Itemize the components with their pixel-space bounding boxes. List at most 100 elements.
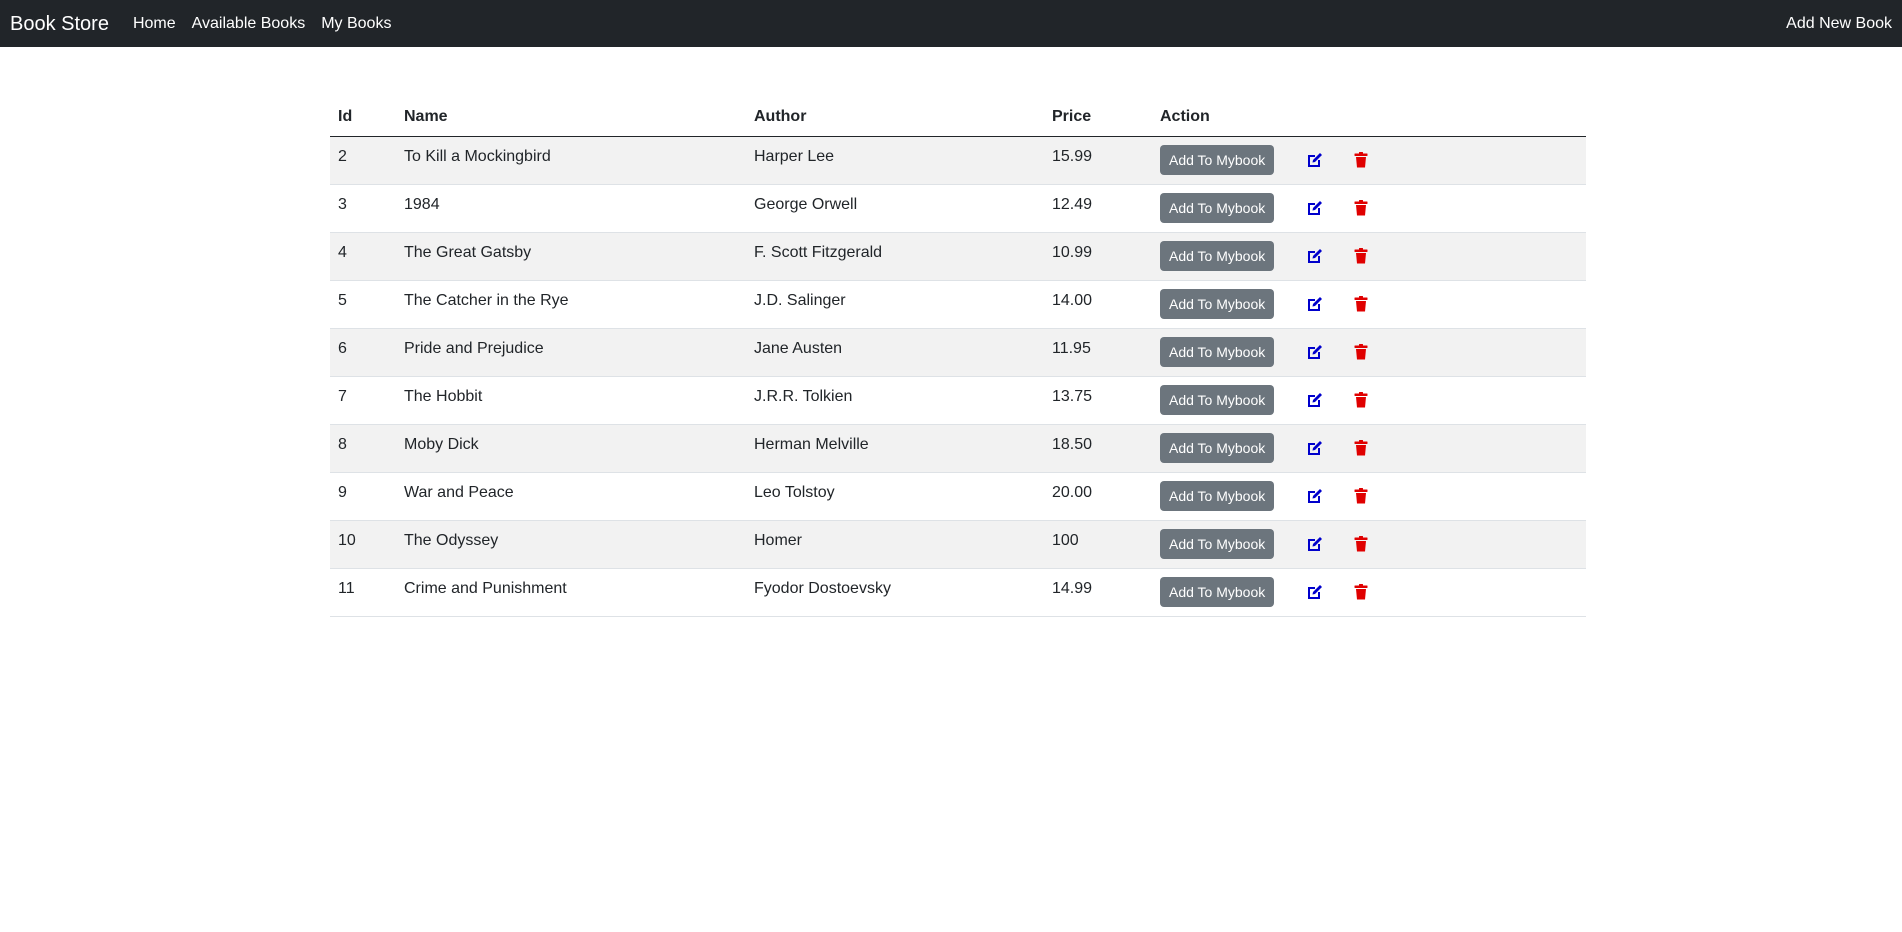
book-author: Harper Lee (754, 148, 835, 165)
table-row: 3 1984 George Orwell 12.49 Add To Mybook (330, 184, 1586, 233)
edit-icon[interactable] (1305, 246, 1325, 266)
trash-icon[interactable] (1351, 390, 1371, 410)
book-price: 15.99 (1052, 148, 1093, 165)
trash-icon[interactable] (1351, 246, 1371, 266)
table-row: 5 The Catcher in the Rye J.D. Salinger 1… (330, 280, 1586, 329)
header-price: Price (1044, 99, 1152, 137)
cell-price: 14.00 (1044, 280, 1152, 329)
cell-action: Add To Mybook (1152, 280, 1586, 329)
book-id: 7 (338, 388, 347, 405)
table-body: 2 To Kill a Mockingbird Harper Lee 15.99… (330, 136, 1586, 617)
table-row: 8 Moby Dick Herman Melville 18.50 Add To… (330, 424, 1586, 473)
book-author: Homer (754, 532, 803, 549)
books-table-container: Id Name Author Price Action 2 To Kill a … (330, 99, 1586, 617)
cell-action: Add To Mybook (1152, 328, 1586, 377)
add-to-mybook-button[interactable]: Add To Mybook (1160, 529, 1275, 559)
cell-author: Fyodor Dostoevsky (746, 568, 1044, 617)
book-id: 4 (338, 244, 347, 261)
cell-id: 4 (330, 232, 396, 281)
book-name: War and Peace (404, 484, 514, 501)
table-row: 11 Crime and Punishment Fyodor Dostoevsk… (330, 568, 1586, 617)
trash-icon[interactable] (1351, 438, 1371, 458)
cell-action: Add To Mybook (1152, 472, 1586, 521)
edit-icon[interactable] (1305, 486, 1325, 506)
brand-link[interactable]: Book Store (10, 14, 109, 34)
cell-id: 7 (330, 376, 396, 425)
trash-icon[interactable] (1351, 342, 1371, 362)
trash-icon[interactable] (1351, 534, 1371, 554)
edit-icon[interactable] (1305, 582, 1325, 602)
table-row: 9 War and Peace Leo Tolstoy 20.00 Add To… (330, 472, 1586, 521)
table-row: 10 The Odyssey Homer 100 Add To Mybook (330, 520, 1586, 569)
edit-icon[interactable] (1305, 534, 1325, 554)
table-header: Id Name Author Price Action (330, 99, 1586, 137)
trash-icon[interactable] (1351, 294, 1371, 314)
cell-price: 11.95 (1044, 328, 1152, 377)
cell-action: Add To Mybook (1152, 568, 1586, 617)
book-price: 18.50 (1052, 436, 1093, 453)
edit-icon[interactable] (1305, 150, 1325, 170)
cell-price: 20.00 (1044, 472, 1152, 521)
cell-author: Jane Austen (746, 328, 1044, 377)
header-name: Name (396, 99, 746, 137)
cell-id: 6 (330, 328, 396, 377)
book-price: 13.75 (1052, 388, 1093, 405)
add-to-mybook-button[interactable]: Add To Mybook (1160, 385, 1275, 415)
cell-name: War and Peace (396, 472, 746, 521)
add-to-mybook-button[interactable]: Add To Mybook (1160, 433, 1275, 463)
edit-icon[interactable] (1305, 198, 1325, 218)
add-new-book-link[interactable]: Add New Book (1786, 15, 1892, 32)
nav-link-my-books[interactable]: My Books (321, 15, 391, 32)
header-id: Id (330, 99, 396, 137)
cell-name: The Hobbit (396, 376, 746, 425)
cell-price: 13.75 (1044, 376, 1152, 425)
edit-icon[interactable] (1305, 390, 1325, 410)
book-price: 100 (1052, 532, 1079, 549)
cell-author: Harper Lee (746, 136, 1044, 185)
cell-name: To Kill a Mockingbird (396, 136, 746, 185)
cell-id: 8 (330, 424, 396, 473)
book-name: Pride and Prejudice (404, 340, 544, 357)
trash-icon[interactable] (1351, 486, 1371, 506)
cell-author: J.R.R. Tolkien (746, 376, 1044, 425)
cell-name: Crime and Punishment (396, 568, 746, 617)
cell-id: 10 (330, 520, 396, 569)
edit-icon[interactable] (1305, 438, 1325, 458)
cell-price: 15.99 (1044, 136, 1152, 185)
add-to-mybook-button[interactable]: Add To Mybook (1160, 145, 1275, 175)
add-to-mybook-button[interactable]: Add To Mybook (1160, 337, 1275, 367)
cell-name: The Odyssey (396, 520, 746, 569)
books-table: Id Name Author Price Action 2 To Kill a … (330, 99, 1586, 617)
cell-name: 1984 (396, 184, 746, 233)
add-to-mybook-button[interactable]: Add To Mybook (1160, 577, 1275, 607)
edit-icon[interactable] (1305, 342, 1325, 362)
book-price: 14.99 (1052, 580, 1093, 597)
cell-action: Add To Mybook (1152, 232, 1586, 281)
add-to-mybook-button[interactable]: Add To Mybook (1160, 241, 1275, 271)
book-id: 3 (338, 196, 347, 213)
header-author: Author (746, 99, 1044, 137)
cell-author: Leo Tolstoy (746, 472, 1044, 521)
cell-author: F. Scott Fitzgerald (746, 232, 1044, 281)
nav-link-home[interactable]: Home (133, 15, 176, 32)
trash-icon[interactable] (1351, 582, 1371, 602)
book-author: Fyodor Dostoevsky (754, 580, 891, 597)
add-to-mybook-button[interactable]: Add To Mybook (1160, 289, 1275, 319)
book-author: Leo Tolstoy (754, 484, 835, 501)
navbar: Book Store Home Available Books My Books… (0, 0, 1902, 47)
trash-icon[interactable] (1351, 150, 1371, 170)
cell-name: Moby Dick (396, 424, 746, 473)
book-price: 12.49 (1052, 196, 1093, 213)
cell-action: Add To Mybook (1152, 424, 1586, 473)
book-price: 10.99 (1052, 244, 1093, 261)
book-author: F. Scott Fitzgerald (754, 244, 883, 261)
book-id: 10 (338, 532, 356, 549)
table-row: 2 To Kill a Mockingbird Harper Lee 15.99… (330, 136, 1586, 185)
nav-link-available-books[interactable]: Available Books (192, 15, 306, 32)
table-row: 6 Pride and Prejudice Jane Austen 11.95 … (330, 328, 1586, 377)
book-name: The Hobbit (404, 388, 483, 405)
add-to-mybook-button[interactable]: Add To Mybook (1160, 193, 1275, 223)
trash-icon[interactable] (1351, 198, 1371, 218)
edit-icon[interactable] (1305, 294, 1325, 314)
add-to-mybook-button[interactable]: Add To Mybook (1160, 481, 1275, 511)
